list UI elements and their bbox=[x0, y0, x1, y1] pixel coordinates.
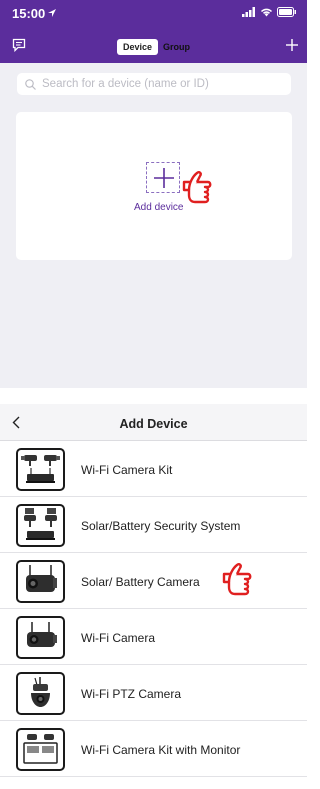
battery-camera-icon bbox=[16, 560, 65, 603]
item-label: Solar/ Battery Camera bbox=[81, 575, 200, 589]
device-group-switch: Device Group bbox=[117, 39, 195, 55]
monitor-kit-icon bbox=[16, 728, 65, 771]
plus-icon bbox=[154, 168, 174, 188]
list-item-wifi-camera-kit-monitor[interactable]: Wi-Fi Camera Kit with Monitor bbox=[0, 721, 307, 777]
search-input[interactable] bbox=[42, 78, 282, 90]
item-label: Solar/Battery Security System bbox=[81, 519, 241, 533]
item-label: Wi-Fi Camera Kit bbox=[81, 463, 173, 477]
list-item-wifi-camera-kit[interactable]: Wi-Fi Camera Kit bbox=[0, 441, 307, 497]
battery-icon bbox=[277, 7, 296, 17]
add-device-label[interactable]: Add device bbox=[134, 202, 183, 213]
add-device-button[interactable] bbox=[146, 162, 180, 193]
list-item-wifi-ptz-camera[interactable]: Wi-Fi PTZ Camera bbox=[0, 665, 307, 721]
page: 15:00 Device Group Search for a device (… bbox=[0, 0, 307, 789]
solar-system-icon bbox=[16, 504, 65, 547]
pointing-hand-icon bbox=[222, 563, 252, 596]
device-type-list: Wi-Fi Camera Kit Solar/Battery Security … bbox=[0, 441, 307, 777]
device-list-screen: 15:00 Device Group Search for a device (… bbox=[0, 0, 307, 388]
list-item-solar-battery-camera[interactable]: Solar/ Battery Camera bbox=[0, 553, 307, 609]
item-label: Wi-Fi Camera Kit with Monitor bbox=[81, 743, 241, 757]
item-label: Wi-Fi Camera bbox=[81, 631, 155, 645]
tab-group[interactable]: Group bbox=[158, 39, 195, 55]
camera-kit-icon bbox=[16, 448, 65, 491]
status-time: 15:00 bbox=[12, 6, 46, 21]
location-arrow-icon bbox=[48, 9, 56, 17]
message-icon[interactable] bbox=[12, 38, 26, 52]
tab-device[interactable]: Device bbox=[117, 39, 159, 55]
add-icon[interactable] bbox=[285, 38, 299, 52]
wifi-icon bbox=[260, 8, 273, 17]
signal-icon bbox=[242, 7, 255, 17]
list-item-solar-battery-system[interactable]: Solar/Battery Security System bbox=[0, 497, 307, 553]
search-icon bbox=[25, 78, 36, 90]
ptz-camera-icon bbox=[16, 672, 65, 715]
pointing-hand-icon bbox=[182, 171, 212, 204]
page-title: Add Device bbox=[119, 417, 188, 431]
item-label: Wi-Fi PTZ Camera bbox=[81, 687, 181, 701]
empty-device-card: Add device bbox=[16, 112, 292, 260]
status-indicators bbox=[242, 7, 297, 17]
list-item-wifi-camera[interactable]: Wi-Fi Camera bbox=[0, 609, 307, 665]
add-device-screen: Add Device Wi-Fi Camera Kit Solar/Batter… bbox=[0, 404, 307, 789]
wifi-camera-icon bbox=[16, 616, 65, 659]
nav-bar: Add Device bbox=[0, 404, 307, 441]
app-header: 15:00 Device Group bbox=[0, 0, 307, 63]
search-bar bbox=[17, 73, 291, 95]
screen-separator bbox=[0, 388, 307, 404]
